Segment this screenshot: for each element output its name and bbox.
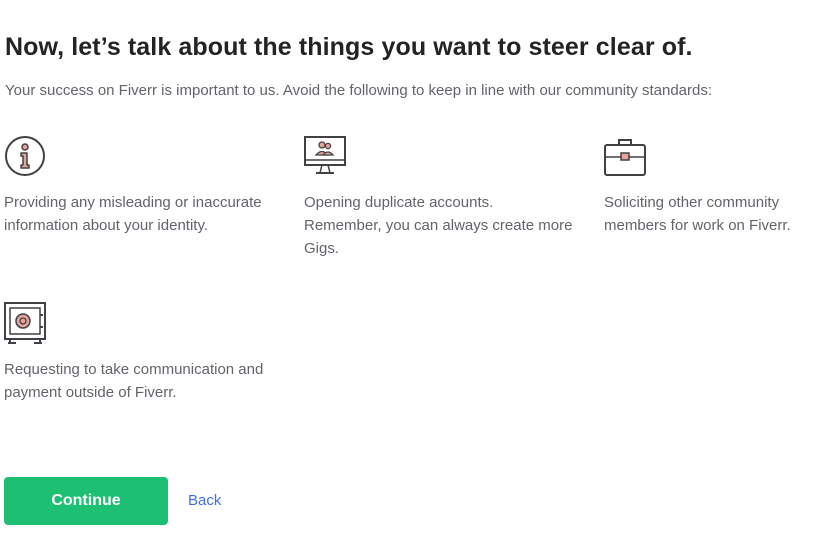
page-title: Now, let’s talk about the things you wan… — [5, 33, 693, 61]
guideline-item-misleading-info: Providing any misleading or inaccurate i… — [4, 135, 274, 237]
guideline-text: Providing any misleading or inaccurate i… — [4, 194, 262, 234]
guideline-text: Soliciting other community members for w… — [604, 194, 791, 234]
briefcase-icon — [604, 135, 648, 179]
guideline-item-soliciting: Soliciting other community members for w… — [604, 135, 824, 237]
guideline-text: Opening duplicate accounts. Remember, yo… — [304, 194, 573, 257]
duplicate-accounts-icon — [304, 135, 348, 179]
back-link[interactable]: Back — [188, 492, 221, 509]
continue-button[interactable]: Continue — [4, 477, 168, 525]
guideline-text: Requesting to take communication and pay… — [4, 361, 264, 401]
guideline-item-duplicate-accounts: Opening duplicate accounts. Remember, yo… — [304, 135, 574, 260]
page-subtitle: Your success on Fiverr is important to u… — [5, 82, 713, 99]
guideline-item-off-platform: Requesting to take communication and pay… — [4, 302, 274, 404]
info-icon — [4, 135, 48, 179]
safe-icon — [4, 302, 48, 346]
